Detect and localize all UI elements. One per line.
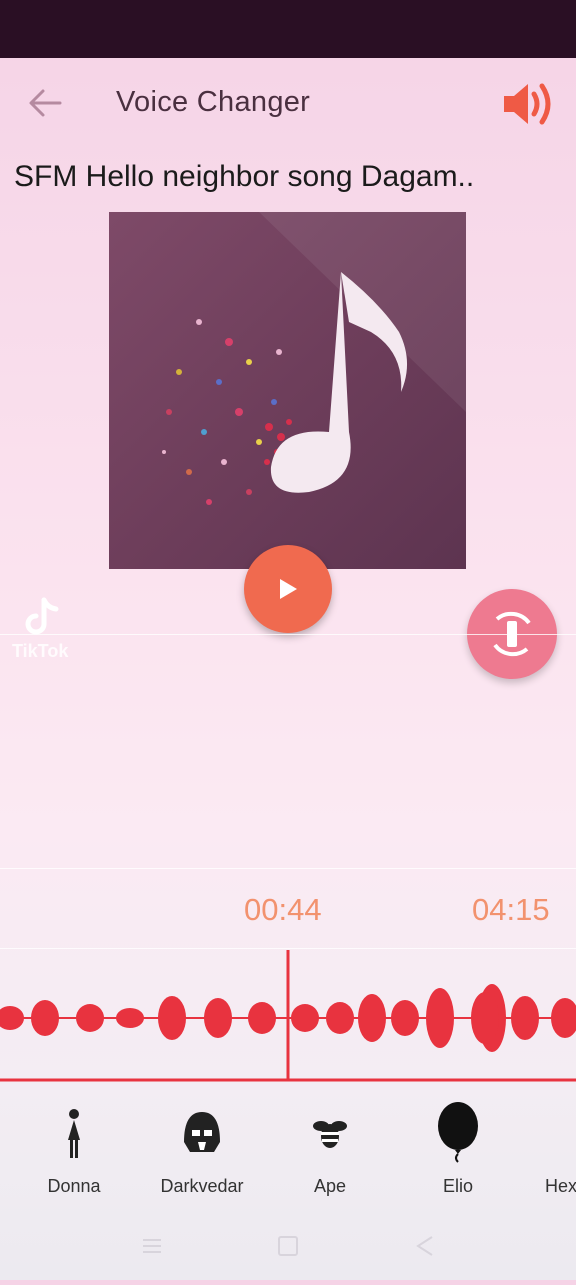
page-title: Voice Changer: [116, 86, 311, 118]
bee-icon: [313, 1121, 347, 1148]
hexa-icon: [540, 1102, 576, 1164]
balloon-icon: [438, 1102, 478, 1163]
status-bar: [0, 0, 576, 58]
effect-label: Elio: [442, 1176, 473, 1196]
play-icon: [280, 579, 297, 599]
effect-label: Ape: [313, 1176, 347, 1196]
current-time: 00:44: [244, 892, 322, 927]
waveform[interactable]: [0, 950, 576, 1082]
effect-label: Donna: [47, 1176, 101, 1196]
effects-bar: Donna Darkvedar Ape Elio Hexa: [0, 1082, 576, 1232]
music-note-icon: [162, 212, 466, 505]
effect-hexa[interactable]: Hexa: [506, 1102, 576, 1197]
home-nav-icon[interactable]: [278, 1236, 298, 1256]
back-arrow-icon[interactable]: [28, 88, 62, 118]
effect-label: Darkvedar: [160, 1176, 244, 1196]
song-title: SFM Hello neighbor song Dagam..: [14, 160, 475, 193]
speaker-icon[interactable]: [500, 80, 554, 128]
effect-darkvedar[interactable]: Darkvedar: [142, 1102, 262, 1197]
effect-donna[interactable]: Donna: [14, 1102, 134, 1197]
tiktok-logo-icon: [8, 596, 78, 676]
system-nav-bar: [0, 1232, 576, 1280]
effect-elio[interactable]: Elio: [398, 1102, 518, 1197]
effect-label: Hexa: [544, 1176, 576, 1196]
effect-ape[interactable]: Ape: [270, 1102, 390, 1197]
album-art: [109, 212, 466, 569]
woman-icon: [68, 1109, 80, 1158]
menu-nav-icon[interactable]: [143, 1239, 161, 1253]
divider: [0, 948, 576, 949]
darth-helmet-icon: [184, 1112, 220, 1152]
total-time: 04:15: [472, 892, 550, 927]
back-nav-icon[interactable]: [416, 1236, 433, 1256]
tiktok-watermark-text: TikTok: [12, 641, 69, 661]
app-header: Voice Changer: [0, 58, 576, 150]
play-button[interactable]: [244, 545, 332, 633]
divider: [0, 634, 576, 635]
divider: [0, 868, 576, 869]
